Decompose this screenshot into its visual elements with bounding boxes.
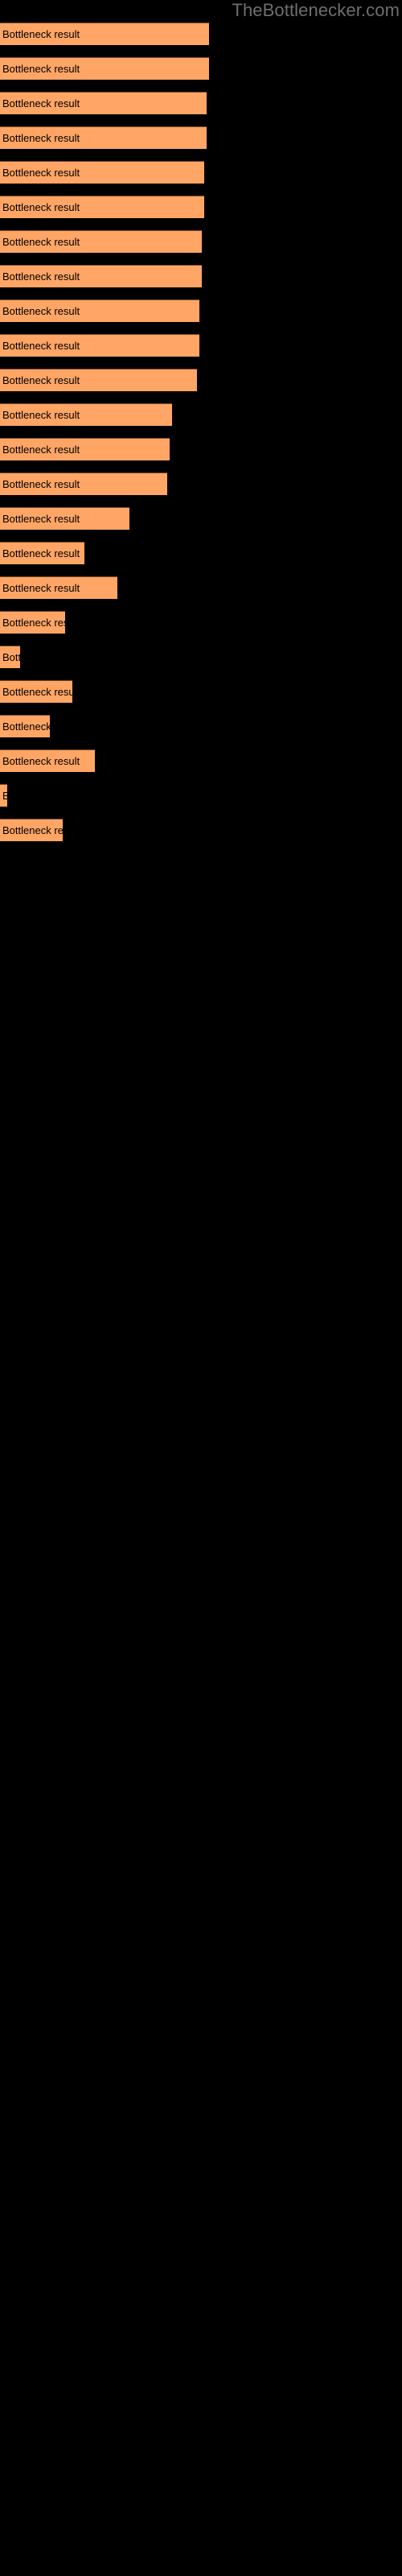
bar-label: Bottleneck result [2, 582, 80, 594]
bar-row: Bottleneck result [0, 23, 402, 45]
bottleneck-result-bar[interactable]: Bottleneck result [0, 196, 204, 218]
bar-row: Bottleneck result [0, 715, 402, 737]
bar-label: Bottleneck result [2, 513, 80, 525]
bar-row: Bottleneck result [0, 784, 402, 807]
bar-label: Bottleneck result [2, 167, 80, 179]
bottleneck-result-bar[interactable]: Bottleneck result [0, 646, 20, 668]
bar-label: Bottleneck result [2, 478, 80, 490]
bar-label: Bottleneck result [2, 788, 7, 804]
bar-label: Bottleneck result [2, 651, 20, 663]
bottleneck-result-bar[interactable]: Bottleneck result [0, 369, 197, 391]
bar-label: Bottleneck result [2, 444, 80, 456]
bar-row: Bottleneck result [0, 680, 402, 703]
bottleneck-result-bar[interactable]: Bottleneck result [0, 611, 65, 634]
bar-row: Bottleneck result [0, 196, 402, 218]
bar-label: Bottleneck result [2, 270, 80, 283]
bar-row: Bottleneck result [0, 403, 402, 426]
bar-row: Bottleneck result [0, 646, 402, 668]
bottleneck-result-bar[interactable]: Bottleneck result [0, 92, 207, 114]
bottleneck-result-bar[interactable]: Bottleneck result [0, 680, 72, 703]
bar-label: Bottleneck result [2, 340, 80, 352]
bar-label: Bottleneck result [2, 236, 80, 248]
bar-label: Bottleneck result [2, 824, 63, 836]
bar-row: Bottleneck result [0, 126, 402, 149]
bottleneck-result-bar[interactable]: Bottleneck result [0, 819, 63, 841]
bottleneck-result-bar[interactable]: Bottleneck result [0, 57, 209, 80]
bottleneck-result-bar[interactable]: Bottleneck result [0, 161, 204, 184]
bar-label: Bottleneck result [2, 409, 80, 421]
bottleneck-result-bar[interactable]: Bottleneck result [0, 749, 95, 772]
bottleneck-result-bar[interactable]: Bottleneck result [0, 230, 202, 253]
bar-label: Bottleneck result [2, 547, 80, 559]
bar-row: Bottleneck result [0, 369, 402, 391]
bar-row: Bottleneck result [0, 92, 402, 114]
bottleneck-result-bar[interactable]: Bottleneck result [0, 265, 202, 287]
bar-row: Bottleneck result [0, 334, 402, 357]
bottleneck-result-bar[interactable]: Bottleneck result [0, 576, 117, 599]
bottleneck-result-bar[interactable]: Bottleneck result [0, 126, 207, 149]
bar-label: Bottleneck result [2, 755, 80, 767]
bar-label: Bottleneck result [2, 374, 80, 386]
bar-row: Bottleneck result [0, 473, 402, 495]
bar-label: Bottleneck result [2, 720, 50, 733]
bar-label: Bottleneck result [2, 28, 80, 40]
bar-label: Bottleneck result [2, 617, 65, 629]
bottleneck-result-bar[interactable]: Bottleneck result [0, 473, 167, 495]
bar-label: Bottleneck result [2, 686, 72, 698]
bar-label: Bottleneck result [2, 132, 80, 144]
bar-row: Bottleneck result [0, 576, 402, 599]
bar-label: Bottleneck result [2, 97, 80, 109]
bar-row: Bottleneck result [0, 161, 402, 184]
bottleneck-result-bar[interactable]: Bottleneck result [0, 23, 209, 45]
bar-row: Bottleneck result [0, 265, 402, 287]
bar-label: Bottleneck result [2, 201, 80, 213]
bottleneck-result-bar[interactable]: Bottleneck result [0, 784, 7, 807]
bottleneck-result-bar[interactable]: Bottleneck result [0, 438, 170, 460]
bar-row: Bottleneck result [0, 819, 402, 841]
bottleneck-result-bar[interactable]: Bottleneck result [0, 542, 84, 564]
bar-row: Bottleneck result [0, 230, 402, 253]
bottleneck-result-bar[interactable]: Bottleneck result [0, 715, 50, 737]
bar-row: Bottleneck result [0, 438, 402, 460]
bottleneck-result-bar[interactable]: Bottleneck result [0, 507, 129, 530]
bar-label: Bottleneck result [2, 63, 80, 75]
bar-row: Bottleneck result [0, 299, 402, 322]
bottleneck-result-bar[interactable]: Bottleneck result [0, 299, 199, 322]
bar-label: Bottleneck result [2, 305, 80, 317]
bar-row: Bottleneck result [0, 542, 402, 564]
bottleneck-result-bar[interactable]: Bottleneck result [0, 334, 199, 357]
bar-row: Bottleneck result [0, 749, 402, 772]
bottleneck-result-bar[interactable]: Bottleneck result [0, 403, 172, 426]
bar-row: Bottleneck result [0, 507, 402, 530]
bar-row: Bottleneck result [0, 611, 402, 634]
bar-row: Bottleneck result [0, 57, 402, 80]
bottleneck-bar-chart: Bottleneck result Bottleneck result Bottle… [0, 0, 402, 2576]
